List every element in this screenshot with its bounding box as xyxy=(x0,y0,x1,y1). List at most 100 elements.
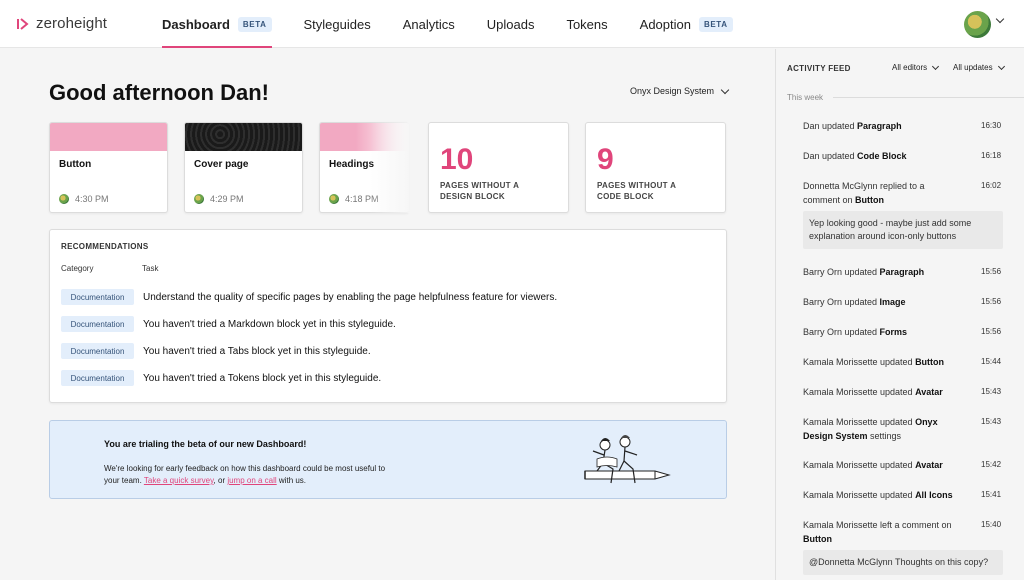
recommendation-row[interactable]: Documentation Understand the quality of … xyxy=(61,289,557,305)
people-riding-pencil-illustration xyxy=(584,435,671,484)
feed-text: Kamala Morissette updated xyxy=(803,460,916,470)
feed-time: 15:42 xyxy=(981,460,1002,469)
feed-item[interactable]: Barry Orn updated Paragraph xyxy=(803,265,1003,279)
feed-item[interactable]: Kamala Morissette updated Button xyxy=(803,355,1003,369)
recommendation-row[interactable]: Documentation You haven't tried a Markdo… xyxy=(61,316,396,332)
nav-tokens[interactable]: Tokens xyxy=(566,0,607,48)
zeroheight-logo[interactable]: zeroheight xyxy=(16,15,107,32)
nav-uploads-label: Uploads xyxy=(486,16,535,32)
stat-card[interactable]: 10 PAGES WITHOUT A DESIGN BLOCK xyxy=(428,122,569,213)
feed-item[interactable]: Kamala Morissette updated Onyx Design Sy… xyxy=(803,415,963,443)
recommendations-panel: RECOMMENDATIONS Category Task Documentat… xyxy=(49,229,727,403)
feed-time: 16:30 xyxy=(981,121,1002,130)
feed-text: Kamala Morissette updated xyxy=(803,387,916,397)
feed-text-suffix: settings xyxy=(867,431,902,441)
recommendation-row[interactable]: Documentation You haven't tried a Tokens… xyxy=(61,370,381,386)
design-system-select[interactable]: Onyx Design System xyxy=(630,85,730,96)
feed-item[interactable]: Dan updated Paragraph xyxy=(803,119,1003,133)
feed-time: 15:44 xyxy=(981,357,1002,366)
feed-item[interactable]: Kamala Morissette updated Avatar xyxy=(803,458,1003,472)
card-title: Cover page xyxy=(194,159,249,170)
nav-dashboard[interactable]: Dashboard BETA xyxy=(162,0,272,48)
stat-card[interactable]: 9 PAGES WITHOUT A CODE BLOCK xyxy=(585,122,726,213)
editors-filter-label: All editors xyxy=(892,63,928,72)
feed-target: Forms xyxy=(879,327,908,337)
user-avatar[interactable] xyxy=(964,11,991,38)
nav-uploads[interactable]: Uploads xyxy=(487,0,535,48)
nav-adoption-label: Adoption xyxy=(639,16,691,32)
survey-link[interactable]: Take a quick survey xyxy=(144,476,214,485)
stat-number: 10 xyxy=(440,143,474,176)
call-link[interactable]: jump on a call xyxy=(227,476,276,485)
chevron-down-icon[interactable] xyxy=(995,14,1005,24)
feed-target: Button xyxy=(855,195,885,205)
comment-quote: Yep looking good - maybe just add some e… xyxy=(803,211,1003,249)
column-header-task: Task xyxy=(142,264,159,273)
week-label: This week xyxy=(787,93,824,102)
feed-time: 15:56 xyxy=(981,327,1002,336)
chevron-down-icon xyxy=(997,62,1005,70)
feed-target: All Icons xyxy=(915,490,953,500)
recent-page-card[interactable]: Cover page 4:29 PM xyxy=(184,122,303,213)
chevron-down-icon xyxy=(720,85,730,94)
feed-text: Kamala Morissette updated xyxy=(803,417,916,427)
feed-item[interactable]: Kamala Morissette left a comment on Butt… xyxy=(803,518,963,546)
design-system-select-label: Onyx Design System xyxy=(630,86,715,96)
task-text: Understand the quality of specific pages… xyxy=(143,291,558,303)
category-badge: Documentation xyxy=(61,343,134,359)
card-time: 4:29 PM xyxy=(210,194,244,204)
banner-text-end: with us. xyxy=(276,476,307,485)
page-thumbnail xyxy=(50,123,167,151)
feed-target: Paragraph xyxy=(879,267,925,277)
nav-adoption[interactable]: Adoption BETA xyxy=(640,0,733,48)
feed-item[interactable]: Kamala Morissette updated Avatar xyxy=(803,385,1003,399)
feed-time: 15:43 xyxy=(981,417,1002,426)
beta-badge: BETA xyxy=(698,16,733,32)
updates-filter-label: All updates xyxy=(953,63,993,72)
nav-styleguides[interactable]: Styleguides xyxy=(304,0,371,48)
updates-filter[interactable]: All updates xyxy=(953,62,1005,72)
feed-target: Button xyxy=(915,357,945,367)
beta-badge: BETA xyxy=(237,16,272,32)
column-header-category: Category xyxy=(61,264,94,273)
chevron-down-icon xyxy=(932,62,940,70)
feed-time: 16:18 xyxy=(981,151,1002,160)
feed-text: Kamala Morissette updated xyxy=(803,490,916,500)
brand-name: zeroheight xyxy=(36,15,108,32)
recent-page-card[interactable]: Button 4:30 PM xyxy=(49,122,168,213)
zeroheight-logo-icon xyxy=(17,17,29,30)
feed-time: 15:41 xyxy=(981,490,1002,499)
feed-text: Barry Orn updated xyxy=(803,327,880,337)
feed-time: 15:40 xyxy=(981,520,1002,529)
feed-item[interactable]: Kamala Morissette updated All Icons xyxy=(803,488,1003,502)
card-meta: 4:30 PM xyxy=(59,194,109,204)
nav-analytics[interactable]: Analytics xyxy=(403,0,455,48)
feed-item[interactable]: Dan updated Code Block xyxy=(803,149,1003,163)
nav-analytics-label: Analytics xyxy=(402,16,455,32)
page-thumbnail xyxy=(185,123,302,151)
stat-label: PAGES WITHOUT A DESIGN BLOCK xyxy=(440,181,519,201)
page-title: Good afternoon Dan! xyxy=(49,80,269,105)
feed-target: Paragraph xyxy=(857,121,902,131)
feed-time: 15:43 xyxy=(981,387,1002,396)
avatar xyxy=(194,194,204,204)
feed-item[interactable]: Barry Orn updated Image xyxy=(803,295,1003,309)
feed-target: Code Block xyxy=(857,151,907,161)
feed-target: Avatar xyxy=(915,387,943,397)
feed-item[interactable]: Barry Orn updated Forms xyxy=(803,325,1003,339)
feed-text: Barry Orn updated xyxy=(803,297,880,307)
task-text: You haven't tried a Markdown block yet i… xyxy=(143,318,396,330)
recommendation-row[interactable]: Documentation You haven't tried a Tabs b… xyxy=(61,343,371,359)
feed-target: Button xyxy=(803,534,832,544)
nav-tokens-label: Tokens xyxy=(566,16,608,32)
task-text: You haven't tried a Tokens block yet in … xyxy=(143,372,382,384)
editors-filter[interactable]: All editors xyxy=(892,62,940,72)
card-title: Headings xyxy=(329,159,375,170)
card-time: 4:30 PM xyxy=(75,194,109,204)
top-nav-bar: zeroheight Dashboard BETA Styleguides An… xyxy=(0,0,1024,48)
avatar xyxy=(59,194,69,204)
feed-item[interactable]: Donnetta McGlynn replied to a comment on… xyxy=(803,179,953,207)
feed-text: Barry Orn updated xyxy=(803,267,880,277)
beta-banner: You are trialing the beta of our new Das… xyxy=(49,420,727,499)
stat-number: 9 xyxy=(597,143,614,176)
